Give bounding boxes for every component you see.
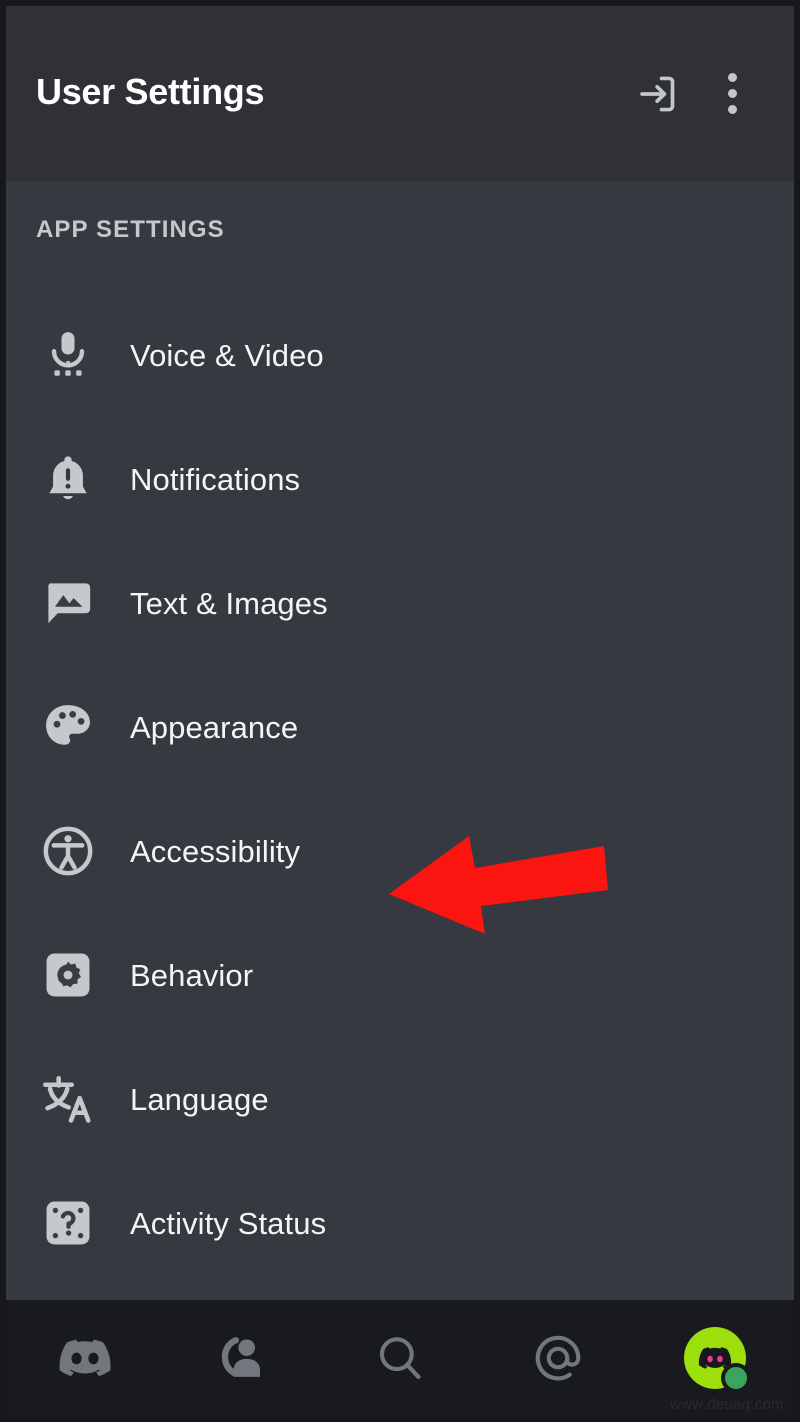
- nav-item-mentions[interactable]: [479, 1300, 637, 1416]
- friends-icon: [222, 1337, 261, 1377]
- menu-item-label: Language: [130, 1081, 269, 1117]
- header-bar: User Settings: [6, 6, 794, 181]
- watermark: www.deuaq.com: [670, 1396, 784, 1413]
- menu-item-accessibility[interactable]: Accessibility: [6, 789, 794, 913]
- logout-icon: [640, 76, 675, 111]
- menu-item-activity-status[interactable]: Activity Status: [6, 1161, 794, 1285]
- menu-item-label: Notifications: [130, 461, 301, 497]
- gear-square-icon: [6, 913, 130, 1037]
- app-frame: User Settings APP SETTINGS Voice & Video…: [6, 6, 794, 1416]
- menu-item-label: Activity Status: [130, 1205, 327, 1241]
- menu-item-notifications[interactable]: Notifications: [6, 417, 794, 541]
- bell-alert-icon: [6, 417, 130, 541]
- menu-item-label: Voice & Video: [130, 337, 324, 373]
- menu-item-appearance[interactable]: Appearance: [6, 665, 794, 789]
- mentions-icon: [535, 1335, 580, 1381]
- menu-item-label: Appearance: [130, 709, 299, 745]
- microphone-icon: [6, 293, 130, 417]
- translate-icon: [6, 1037, 130, 1161]
- page-title: User Settings: [36, 70, 265, 112]
- menu-item-behavior[interactable]: Behavior: [6, 913, 794, 1037]
- accessibility-icon: [6, 789, 130, 913]
- section-header-app-settings: APP SETTINGS: [36, 216, 225, 243]
- app-screen: User Settings APP SETTINGS Voice & Video…: [0, 0, 800, 1422]
- settings-list-area: APP SETTINGS Voice & Video Notifications…: [6, 181, 794, 1300]
- overflow-menu-icon: [727, 73, 737, 114]
- menu-item-label: Accessibility: [130, 833, 301, 869]
- nav-item-friends[interactable]: [164, 1300, 322, 1416]
- menu-item-label: Behavior: [130, 957, 254, 993]
- avatar: [684, 1327, 752, 1393]
- overflow-menu-button[interactable]: [710, 66, 754, 122]
- menu-item-label: Text & Images: [130, 585, 328, 621]
- search-icon: [379, 1337, 421, 1379]
- menu-item-voice-video[interactable]: Voice & Video: [6, 293, 794, 417]
- settings-menu: Voice & Video Notifications Text & Image…: [6, 293, 794, 1285]
- logout-button[interactable]: [628, 66, 684, 122]
- chat-image-icon: [6, 541, 130, 665]
- palette-icon: [6, 665, 130, 789]
- nav-item-search[interactable]: [321, 1300, 479, 1416]
- home-discord-icon: [59, 1339, 111, 1377]
- nav-item-home[interactable]: [6, 1300, 164, 1416]
- menu-item-language[interactable]: Language: [6, 1037, 794, 1161]
- question-dice-icon: [6, 1161, 130, 1285]
- menu-item-text-images[interactable]: Text & Images: [6, 541, 794, 665]
- status-badge-online: [721, 1363, 752, 1393]
